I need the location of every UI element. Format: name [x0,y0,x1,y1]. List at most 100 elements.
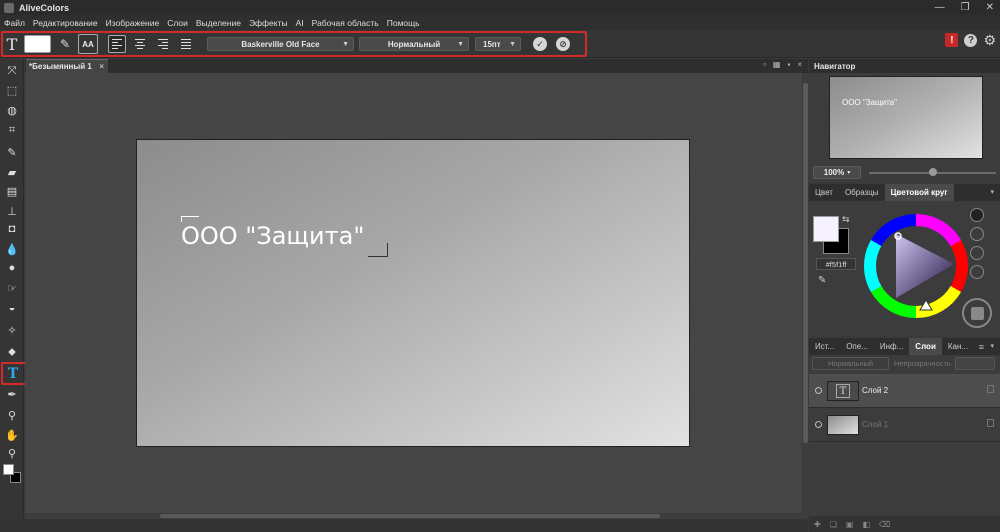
lasso-tool-icon[interactable]: ◍ [4,102,20,118]
blend-mode-select[interactable]: Нормальный [812,357,889,370]
maximize-button[interactable]: ❐ [961,2,970,13]
document-view-icons: ▫ ▦ ▪ × [763,60,802,69]
layer-row[interactable]: T Слой 2 [809,374,1000,408]
menu-ai[interactable]: AI [296,18,304,28]
marquee-tool-icon[interactable]: ⬚ [4,82,20,98]
panel-menu-icon[interactable]: ▾ [990,188,994,196]
color-panel-tabs: Цвет Образцы Цветовой круг ▾ [809,184,1000,201]
vertical-scroll-thumb[interactable] [803,83,808,443]
menu-workspace[interactable]: Рабочая область [312,18,379,28]
dodge-tool-icon[interactable]: ● [4,260,20,276]
document-tab-label: *Безымянный 1 [29,62,92,71]
tab-color-wheel[interactable]: Цветовой круг [884,184,954,201]
vertical-scrollbar[interactable] [803,73,808,513]
crop-tool-icon[interactable]: ⌗ [4,122,20,138]
title-bar: AliveColors — ❐ ✕ [0,0,1000,15]
tab-operations[interactable]: Опе... [840,338,874,355]
layer-row[interactable]: Слой 1 [809,408,1000,442]
menu-file[interactable]: Файл [4,18,25,28]
color-wheel[interactable] [862,212,970,320]
zoom-select[interactable]: 100% ▾ [813,166,861,179]
lock-icon[interactable] [987,419,994,427]
color-picker-icon[interactable]: ✎ [818,275,826,286]
wheel-mode-1-icon[interactable] [970,208,984,222]
options-highlight-frame [1,31,587,57]
horizontal-scroll-thumb[interactable] [160,514,660,518]
visibility-eye-icon[interactable] [815,421,822,428]
grid-view-icon[interactable]: ▦ [773,60,781,69]
gradient-tool-icon[interactable]: ▤ [4,183,20,199]
sponge-tool-icon[interactable]: ◒ [4,300,20,316]
wheel-mode-2-icon[interactable] [970,227,984,241]
navigator-preview-text: ООО "Защита" [842,98,897,107]
menu-help[interactable]: Помощь [387,18,420,28]
pen-tool-icon[interactable]: ✒ [4,386,20,402]
tab-info[interactable]: Инф... [874,338,909,355]
menu-effects[interactable]: Эффекты [249,18,288,28]
menu-layers[interactable]: Слои [167,18,188,28]
text-tool-button[interactable]: T [5,365,21,382]
menu-image[interactable]: Изображение [106,18,160,28]
wheel-mode-3-icon[interactable] [970,246,984,260]
magic-tool-icon[interactable]: ✧ [4,322,20,338]
wheel-mode-4-icon[interactable] [970,265,984,279]
canvas-text-layer[interactable]: ООО "Защита" [181,222,364,250]
zoom-slider-handle[interactable] [928,168,937,176]
navigator-header: Навигатор [809,59,1000,73]
close-all-icon[interactable]: × [797,60,802,69]
zoom-tool-icon[interactable]: ⚲ [4,445,20,461]
stamp-tool-icon[interactable]: ⊥ [4,203,20,219]
panel-menu-icon[interactable]: ≡ [979,342,984,352]
primary-color-swatch[interactable] [813,216,839,242]
smudge-tool-icon[interactable]: ☞ [4,280,20,296]
new-layer-icon[interactable]: ✚ [814,520,821,529]
tab-color[interactable]: Цвет [809,184,839,201]
move-tool-icon[interactable]: ⤧ [4,63,20,79]
eraser-tool-icon[interactable]: ▰ [4,164,20,180]
tab-layers[interactable]: Слои [909,338,942,355]
text-layer-icon: T [836,384,850,398]
menu-edit[interactable]: Редактирование [33,18,98,28]
document-tab-bar: *Безымянный 1 × ▫ ▦ ▪ × [25,59,808,73]
menu-select[interactable]: Выделение [196,18,241,28]
zoom-value: 100% [823,168,845,177]
single-view-icon[interactable]: ▪ [787,60,790,69]
tab-swatches[interactable]: Образцы [839,184,885,201]
notification-icon[interactable]: ! [945,33,959,47]
visibility-eye-icon[interactable] [815,387,822,394]
swap-colors-icon[interactable]: ⇆ [842,214,850,225]
square-icon [970,306,984,320]
eyedropper-tool-icon[interactable]: ⚲ [4,407,20,423]
brush-tool-icon[interactable]: ✎ [4,144,20,160]
foreground-color-swatch[interactable] [3,464,14,475]
navigator-preview[interactable]: ООО "Защита" [829,76,983,159]
drop-tool-icon[interactable]: 💧 [4,241,20,257]
help-icon[interactable]: ? [964,33,978,47]
tab-channels[interactable]: Кан... [942,338,974,355]
document-tab[interactable]: *Безымянный 1 × [26,59,108,73]
shape-tool-icon[interactable]: ⬥ [4,344,20,360]
color-panel: Цвет Образцы Цветовой круг ▾ ⇆ #f5f1ff ✎ [809,184,1000,336]
tab-history[interactable]: Ист... [809,338,840,355]
layer-mask-icon[interactable]: ▣ [846,520,854,529]
fill-tool-icon[interactable]: ◘ [4,221,20,237]
adjustment-layer-icon[interactable]: ◧ [862,520,870,529]
hand-tool-icon[interactable]: ✋ [4,427,20,443]
close-window-button[interactable]: ✕ [986,2,994,13]
layers-panel-tabs: Ист... Опе... Инф... Слои Кан... ≡ ▾ [809,338,1000,355]
top-right-icons: ! ? ⚙ [945,33,996,47]
close-tab-icon[interactable]: × [99,62,104,71]
duplicate-layer-icon[interactable]: ❏ [830,520,837,529]
image-canvas[interactable]: ООО "Защита" [136,139,690,447]
opacity-field[interactable] [955,357,995,370]
delete-layer-icon[interactable]: ⌫ [879,520,890,529]
opacity-label: Непрозрачность [894,359,951,368]
wheel-square-mode-button[interactable] [962,298,992,328]
hex-color-field[interactable]: #f5f1ff [816,258,856,270]
new-document-icon[interactable]: ▫ [763,60,766,69]
layer-thumbnail [827,415,859,435]
chevron-down-icon[interactable]: ▾ [990,342,994,350]
minimize-button[interactable]: — [935,2,945,13]
gear-icon[interactable]: ⚙ [983,33,996,47]
lock-icon[interactable] [987,385,994,393]
